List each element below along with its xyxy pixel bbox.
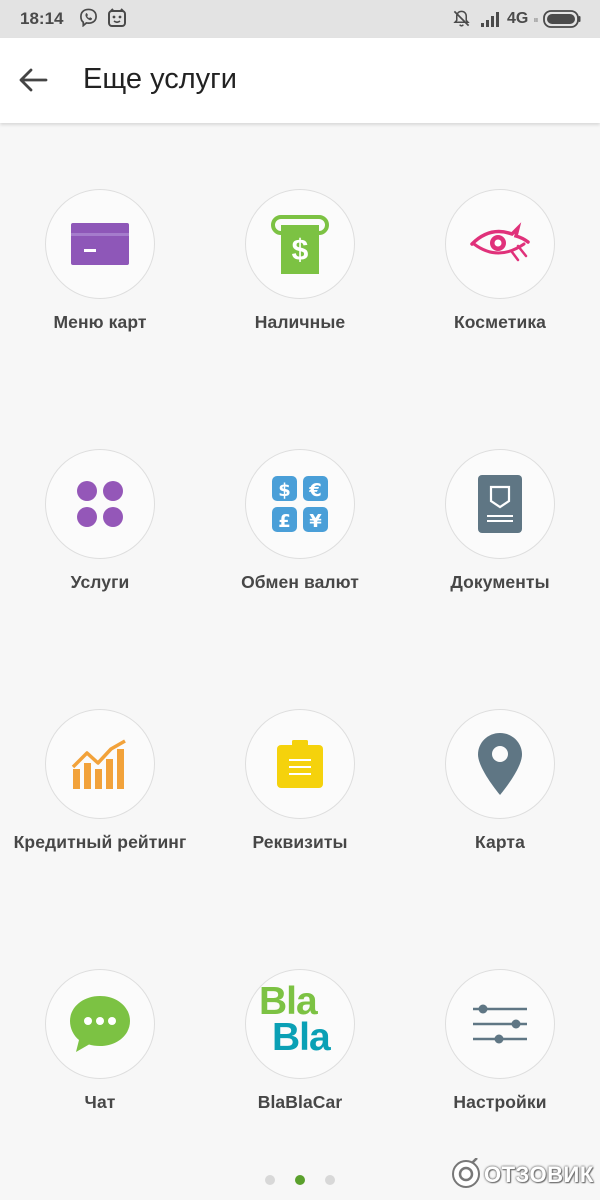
chat-icon — [70, 996, 130, 1052]
service-blablacar[interactable]: Bla Bla BlaBlaCar — [200, 969, 400, 1149]
service-chat[interactable]: Чат — [0, 969, 200, 1149]
eye-icon — [470, 222, 530, 262]
service-icon-circle — [445, 969, 555, 1079]
svg-text:$: $ — [292, 234, 309, 267]
service-label: Косметика — [453, 312, 547, 332]
notifications-off-icon — [453, 10, 470, 27]
service-icon-circle — [45, 709, 155, 819]
document-icon — [478, 475, 522, 533]
service-label: Меню карт — [53, 312, 147, 332]
page-title: Еще услуги — [83, 63, 237, 95]
network-type: 4G — [507, 10, 529, 27]
service-map[interactable]: Карта — [400, 709, 600, 889]
service-currency-exchange[interactable]: $ € £ ¥ Обмен валют — [200, 449, 400, 629]
service-label: Настройки — [453, 1092, 547, 1112]
blablacar-logo-line2: Bla — [272, 1016, 331, 1059]
service-documents[interactable]: Документы — [400, 449, 600, 629]
svg-text:€: € — [308, 480, 322, 501]
viber-icon — [80, 8, 97, 27]
service-credit-rating[interactable]: Кредитный рейтинг — [0, 709, 200, 889]
service-label: Реквизиты — [252, 832, 348, 852]
svg-text:¥: ¥ — [309, 511, 322, 532]
service-requisites[interactable]: Реквизиты — [200, 709, 400, 889]
service-icon-circle — [245, 709, 355, 819]
svg-text:£: £ — [278, 511, 291, 532]
svg-text:$: $ — [278, 480, 291, 501]
service-services[interactable]: Услуги — [0, 449, 200, 629]
service-label: Услуги — [70, 572, 130, 592]
currency-exchange-icon: $ € £ ¥ — [272, 476, 328, 532]
status-time: 18:14 — [20, 9, 64, 28]
service-card-menu[interactable]: Меню карт — [0, 189, 200, 369]
network-activity: ıı — [534, 17, 538, 24]
app-notification-icon — [108, 8, 126, 27]
app-header: Еще услуги — [0, 38, 600, 123]
battery-icon — [543, 10, 581, 28]
cash-icon: $ — [271, 215, 329, 274]
clipboard-icon — [277, 740, 323, 788]
service-cosmetics[interactable]: Косметика — [400, 189, 600, 369]
page-dot[interactable] — [325, 1175, 335, 1185]
watermark: ОТЗОВИК — [450, 1158, 595, 1192]
service-cash[interactable]: $ Наличные — [200, 189, 400, 369]
service-icon-circle — [445, 189, 555, 299]
four-dots-icon — [77, 481, 123, 527]
watermark-text: ОТЗОВИК — [484, 1162, 594, 1187]
service-icon-circle: $ — [245, 189, 355, 299]
back-arrow-icon[interactable] — [16, 64, 50, 96]
service-label: Документы — [450, 572, 550, 592]
service-icon-circle — [45, 189, 155, 299]
card-icon — [71, 223, 129, 265]
watermark-logo-icon — [452, 1158, 480, 1188]
service-label: Карта — [475, 832, 525, 852]
rating-chart-icon — [71, 739, 126, 789]
blablacar-logo-icon: Bla Bla — [258, 980, 342, 1062]
service-icon-circle — [45, 969, 155, 1079]
service-label: Чат — [84, 1092, 116, 1112]
page-dot-active[interactable] — [295, 1175, 305, 1185]
service-icon-circle — [445, 709, 555, 819]
status-bar: 18:14 4G ıı — [0, 0, 600, 38]
service-label: Кредитный рейтинг — [13, 832, 187, 852]
service-icon-circle: $ € £ ¥ — [245, 449, 355, 559]
sliders-icon — [473, 1004, 527, 1044]
page-dot[interactable] — [265, 1175, 275, 1185]
service-settings[interactable]: Настройки — [400, 969, 600, 1149]
service-icon-circle: Bla Bla — [245, 969, 355, 1079]
service-label: Обмен валют — [241, 572, 359, 592]
service-label: BlaBlaCar — [257, 1092, 343, 1112]
service-icon-circle — [45, 449, 155, 559]
service-label: Наличные — [254, 312, 346, 332]
service-icon-circle — [445, 449, 555, 559]
signal-strength-icon — [481, 12, 499, 27]
map-pin-icon — [478, 733, 522, 795]
